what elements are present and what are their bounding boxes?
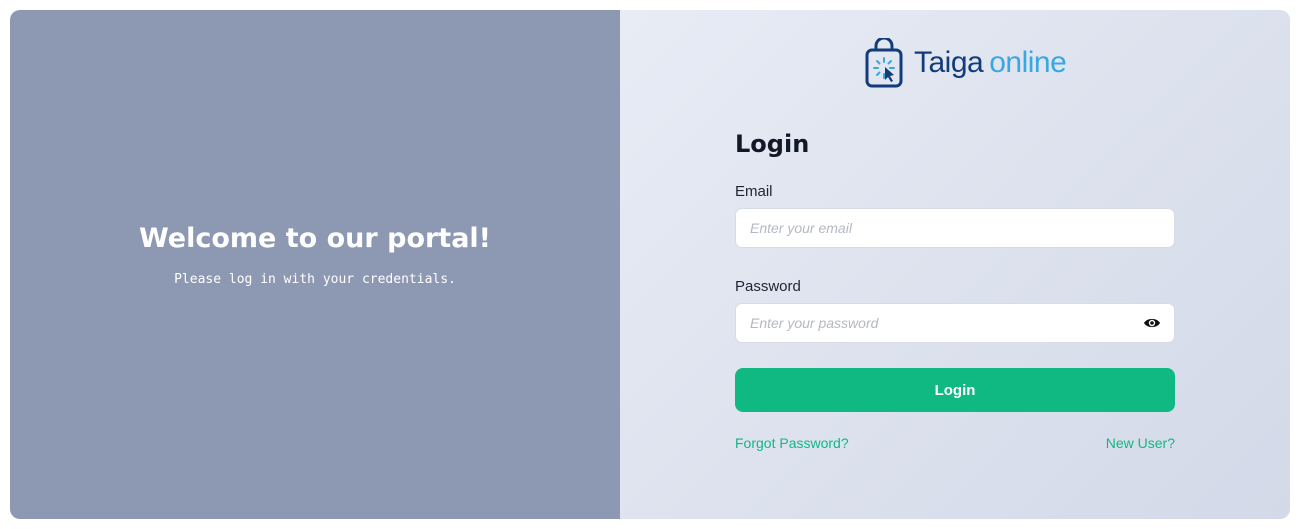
password-input[interactable] [735,303,1175,343]
welcome-panel: Welcome to our portal! Please log in wit… [10,10,620,519]
login-card: Welcome to our portal! Please log in wit… [10,10,1290,519]
login-button[interactable]: Login [735,368,1175,412]
eye-icon[interactable] [1143,315,1161,331]
shopping-bag-cursor-icon [864,38,904,88]
password-label: Password [735,278,801,295]
welcome-subtitle: Please log in with your credentials. [174,271,456,287]
brand-name-secondary: online [989,46,1067,79]
email-input[interactable] [735,208,1175,248]
login-form: Login Email Password Login Forgot Pass [735,130,1175,451]
form-title: Login [735,130,810,158]
login-panel: Taiga online Login Email Password [620,10,1290,519]
email-field-wrapper [735,208,1175,248]
welcome-title: Welcome to our portal! [138,222,491,254]
brand-name-primary: Taiga [914,46,984,79]
brand-logo: Taiga online [864,38,1067,88]
forgot-password-link[interactable]: Forgot Password? [735,435,849,451]
email-label: Email [735,183,773,200]
auth-links: Forgot Password? New User? [735,435,1175,451]
password-field-wrapper [735,303,1175,343]
new-user-link[interactable]: New User? [1106,435,1175,451]
brand-name: Taiga online [914,46,1067,79]
